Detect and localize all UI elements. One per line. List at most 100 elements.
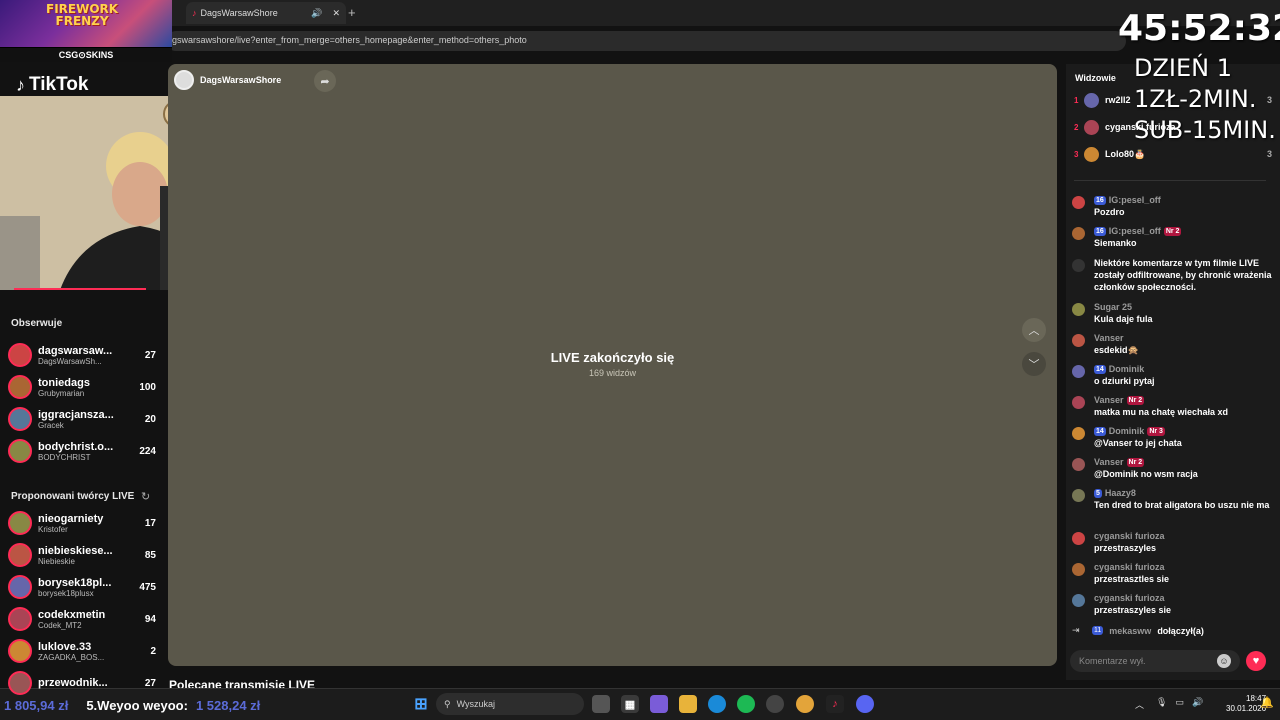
tray-chevron-icon[interactable]: ︿ bbox=[1135, 698, 1144, 711]
host-avatar[interactable] bbox=[174, 70, 194, 90]
chat-username[interactable]: Vanser bbox=[1094, 394, 1124, 406]
sidebar-item-name[interactable]: nieogarniety bbox=[38, 513, 132, 525]
sidebar-item-name[interactable]: bodychrist.o... bbox=[38, 441, 132, 453]
avatar[interactable] bbox=[1072, 303, 1085, 316]
edge-icon[interactable] bbox=[708, 695, 726, 713]
sidebar-item[interactable]: dagswarsaw... DagsWarsawSh... 27 bbox=[8, 340, 156, 370]
avatar[interactable] bbox=[8, 543, 32, 567]
avatar[interactable] bbox=[1072, 227, 1085, 240]
avatar[interactable] bbox=[1072, 196, 1085, 209]
avatar[interactable] bbox=[8, 439, 32, 463]
avatar[interactable] bbox=[8, 639, 32, 663]
chat-username[interactable]: cyganski furioza bbox=[1094, 561, 1165, 573]
chat-username[interactable]: Vanser bbox=[1094, 332, 1124, 344]
level-badge: 16 bbox=[1094, 226, 1106, 236]
copilot-icon[interactable] bbox=[650, 695, 668, 713]
sidebar-item-name[interactable]: dagswarsaw... bbox=[38, 345, 132, 357]
avatar[interactable] bbox=[1072, 458, 1085, 471]
speaker-icon[interactable]: 🔊 bbox=[311, 8, 322, 19]
sidebar-item[interactable]: codekxmetin Codek_MT2 94 bbox=[8, 604, 156, 634]
chat-username[interactable]: IG:pesel_off bbox=[1109, 194, 1161, 206]
folder-icon[interactable] bbox=[679, 695, 697, 713]
chat-username[interactable]: cyganski furioza bbox=[1094, 592, 1165, 604]
avatar[interactable] bbox=[1084, 92, 1099, 108]
notification-icon[interactable]: 🔔 bbox=[1260, 696, 1274, 709]
chat-username[interactable]: cyganski furioza bbox=[1094, 530, 1165, 542]
avatar[interactable] bbox=[1072, 594, 1085, 607]
sidebar-item-name[interactable]: luklove.33 bbox=[38, 641, 132, 653]
chat-username[interactable]: Sugar 25 bbox=[1094, 301, 1132, 313]
sidebar-item[interactable]: iggracjansza... Gracek 20 bbox=[8, 404, 156, 434]
viewer-row[interactable]: 3 Lolo80🎂 3 bbox=[1074, 143, 1272, 165]
address-bar[interactable]: gswarsawshore/live?enter_from_merge=othe… bbox=[166, 31, 1126, 51]
avatar[interactable] bbox=[8, 407, 32, 431]
chat-username[interactable]: Vanser bbox=[1094, 456, 1124, 468]
task-view-icon[interactable] bbox=[592, 695, 610, 713]
avatar[interactable] bbox=[1072, 334, 1085, 347]
store-icon[interactable]: ▦ bbox=[621, 695, 639, 713]
chat-user-line: Vanser Nr 2 bbox=[1094, 394, 1272, 406]
viewers-title[interactable]: Widzowie bbox=[1075, 73, 1116, 83]
avatar[interactable] bbox=[1072, 532, 1085, 545]
avatar[interactable] bbox=[1084, 119, 1099, 135]
tray-icons[interactable]: 🎙 ▭ 🔊 bbox=[1156, 697, 1203, 708]
spotify-icon[interactable] bbox=[737, 695, 755, 713]
chevron-down-icon[interactable]: ﹀ bbox=[1022, 352, 1046, 376]
viewer-name[interactable]: Lolo80🎂 bbox=[1105, 149, 1267, 160]
refresh-icon[interactable]: ↻ bbox=[141, 490, 150, 503]
avatar[interactable] bbox=[8, 671, 32, 695]
sidebar-item[interactable]: przewodnik... 27 bbox=[8, 668, 156, 698]
viewer-name[interactable]: cyganski furioza bbox=[1105, 122, 1272, 132]
avatar[interactable] bbox=[8, 607, 32, 631]
sidebar-item[interactable]: luklove.33 ZAGADKA_BOS... 2 bbox=[8, 636, 156, 666]
avatar[interactable] bbox=[1072, 427, 1085, 440]
tiktok-logo[interactable]: ♪ TikTok bbox=[16, 74, 88, 96]
taskbar-search[interactable]: ⚲ Wyszukaj bbox=[436, 693, 584, 715]
comment-input[interactable]: Komentarze wył. bbox=[1070, 650, 1240, 672]
avatar[interactable] bbox=[1072, 365, 1085, 378]
chrome-icon[interactable] bbox=[796, 695, 814, 713]
sidebar-item-name[interactable]: borysek18pl... bbox=[38, 577, 132, 589]
sidebar-item[interactable]: nieogarniety Kristofer 17 bbox=[8, 508, 156, 538]
viewer-row[interactable]: 1 rw2ll2 3 bbox=[1074, 89, 1272, 111]
avatar[interactable] bbox=[1072, 396, 1085, 409]
sidebar-item[interactable]: niebieskiese... Niebieskie 85 bbox=[8, 540, 156, 570]
sidebar-item-name[interactable]: toniedags bbox=[38, 377, 132, 389]
tiktok-app-icon[interactable]: ♪ bbox=[826, 695, 844, 713]
sidebar-item-name[interactable]: przewodnik... bbox=[38, 677, 132, 689]
chat-username[interactable]: IG:pesel_off bbox=[1109, 225, 1161, 237]
windows-start-icon[interactable]: ⊞ bbox=[412, 695, 430, 713]
avatar[interactable] bbox=[8, 375, 32, 399]
chat-username[interactable]: Haazy8 bbox=[1105, 487, 1136, 499]
avatar[interactable] bbox=[8, 511, 32, 535]
chat-username[interactable]: Dominik bbox=[1109, 425, 1145, 437]
avatar[interactable] bbox=[1084, 146, 1099, 162]
viewer-name[interactable]: rw2ll2 bbox=[1105, 95, 1267, 105]
host-name[interactable]: DagsWarsawShore bbox=[200, 75, 281, 85]
sidebar-item-name[interactable]: niebieskiese... bbox=[38, 545, 132, 557]
discord-icon[interactable] bbox=[856, 695, 874, 713]
sidebar-item[interactable]: bodychrist.o... BODYCHRIST 224 bbox=[8, 436, 156, 466]
chevron-up-icon[interactable]: ︿ bbox=[1022, 318, 1046, 342]
avatar[interactable] bbox=[8, 343, 32, 367]
chat-username[interactable]: Dominik bbox=[1109, 363, 1145, 375]
new-tab-button[interactable]: + bbox=[348, 5, 356, 20]
app-icon[interactable] bbox=[766, 695, 784, 713]
viewer-row[interactable]: 2 cyganski furioza bbox=[1074, 116, 1272, 138]
avatar[interactable] bbox=[1072, 489, 1085, 502]
live-player[interactable] bbox=[168, 64, 1057, 666]
sidebar-item-name[interactable]: codekxmetin bbox=[38, 609, 132, 621]
avatar[interactable] bbox=[1072, 563, 1085, 576]
sidebar-item[interactable]: toniedags Grubymarian 100 bbox=[8, 372, 156, 402]
browser-tab-active[interactable]: ♪ DagsWarsawShore 🔊 ✕ bbox=[186, 2, 346, 24]
sidebar-item-name[interactable]: iggracjansza... bbox=[38, 409, 132, 421]
join-user[interactable]: mekasww bbox=[1109, 626, 1151, 636]
share-icon[interactable]: ➦ bbox=[314, 70, 336, 92]
tiktok-icon[interactable] bbox=[1072, 259, 1085, 272]
emoji-icon[interactable]: ☺ bbox=[1217, 654, 1231, 668]
heart-icon[interactable]: ♥ bbox=[1246, 651, 1266, 671]
host-info[interactable]: DagsWarsawShore bbox=[174, 70, 314, 90]
tab-close-icon[interactable]: ✕ bbox=[332, 8, 340, 19]
avatar[interactable] bbox=[8, 575, 32, 599]
sidebar-item[interactable]: borysek18pl... borysek18plusx 475 bbox=[8, 572, 156, 602]
